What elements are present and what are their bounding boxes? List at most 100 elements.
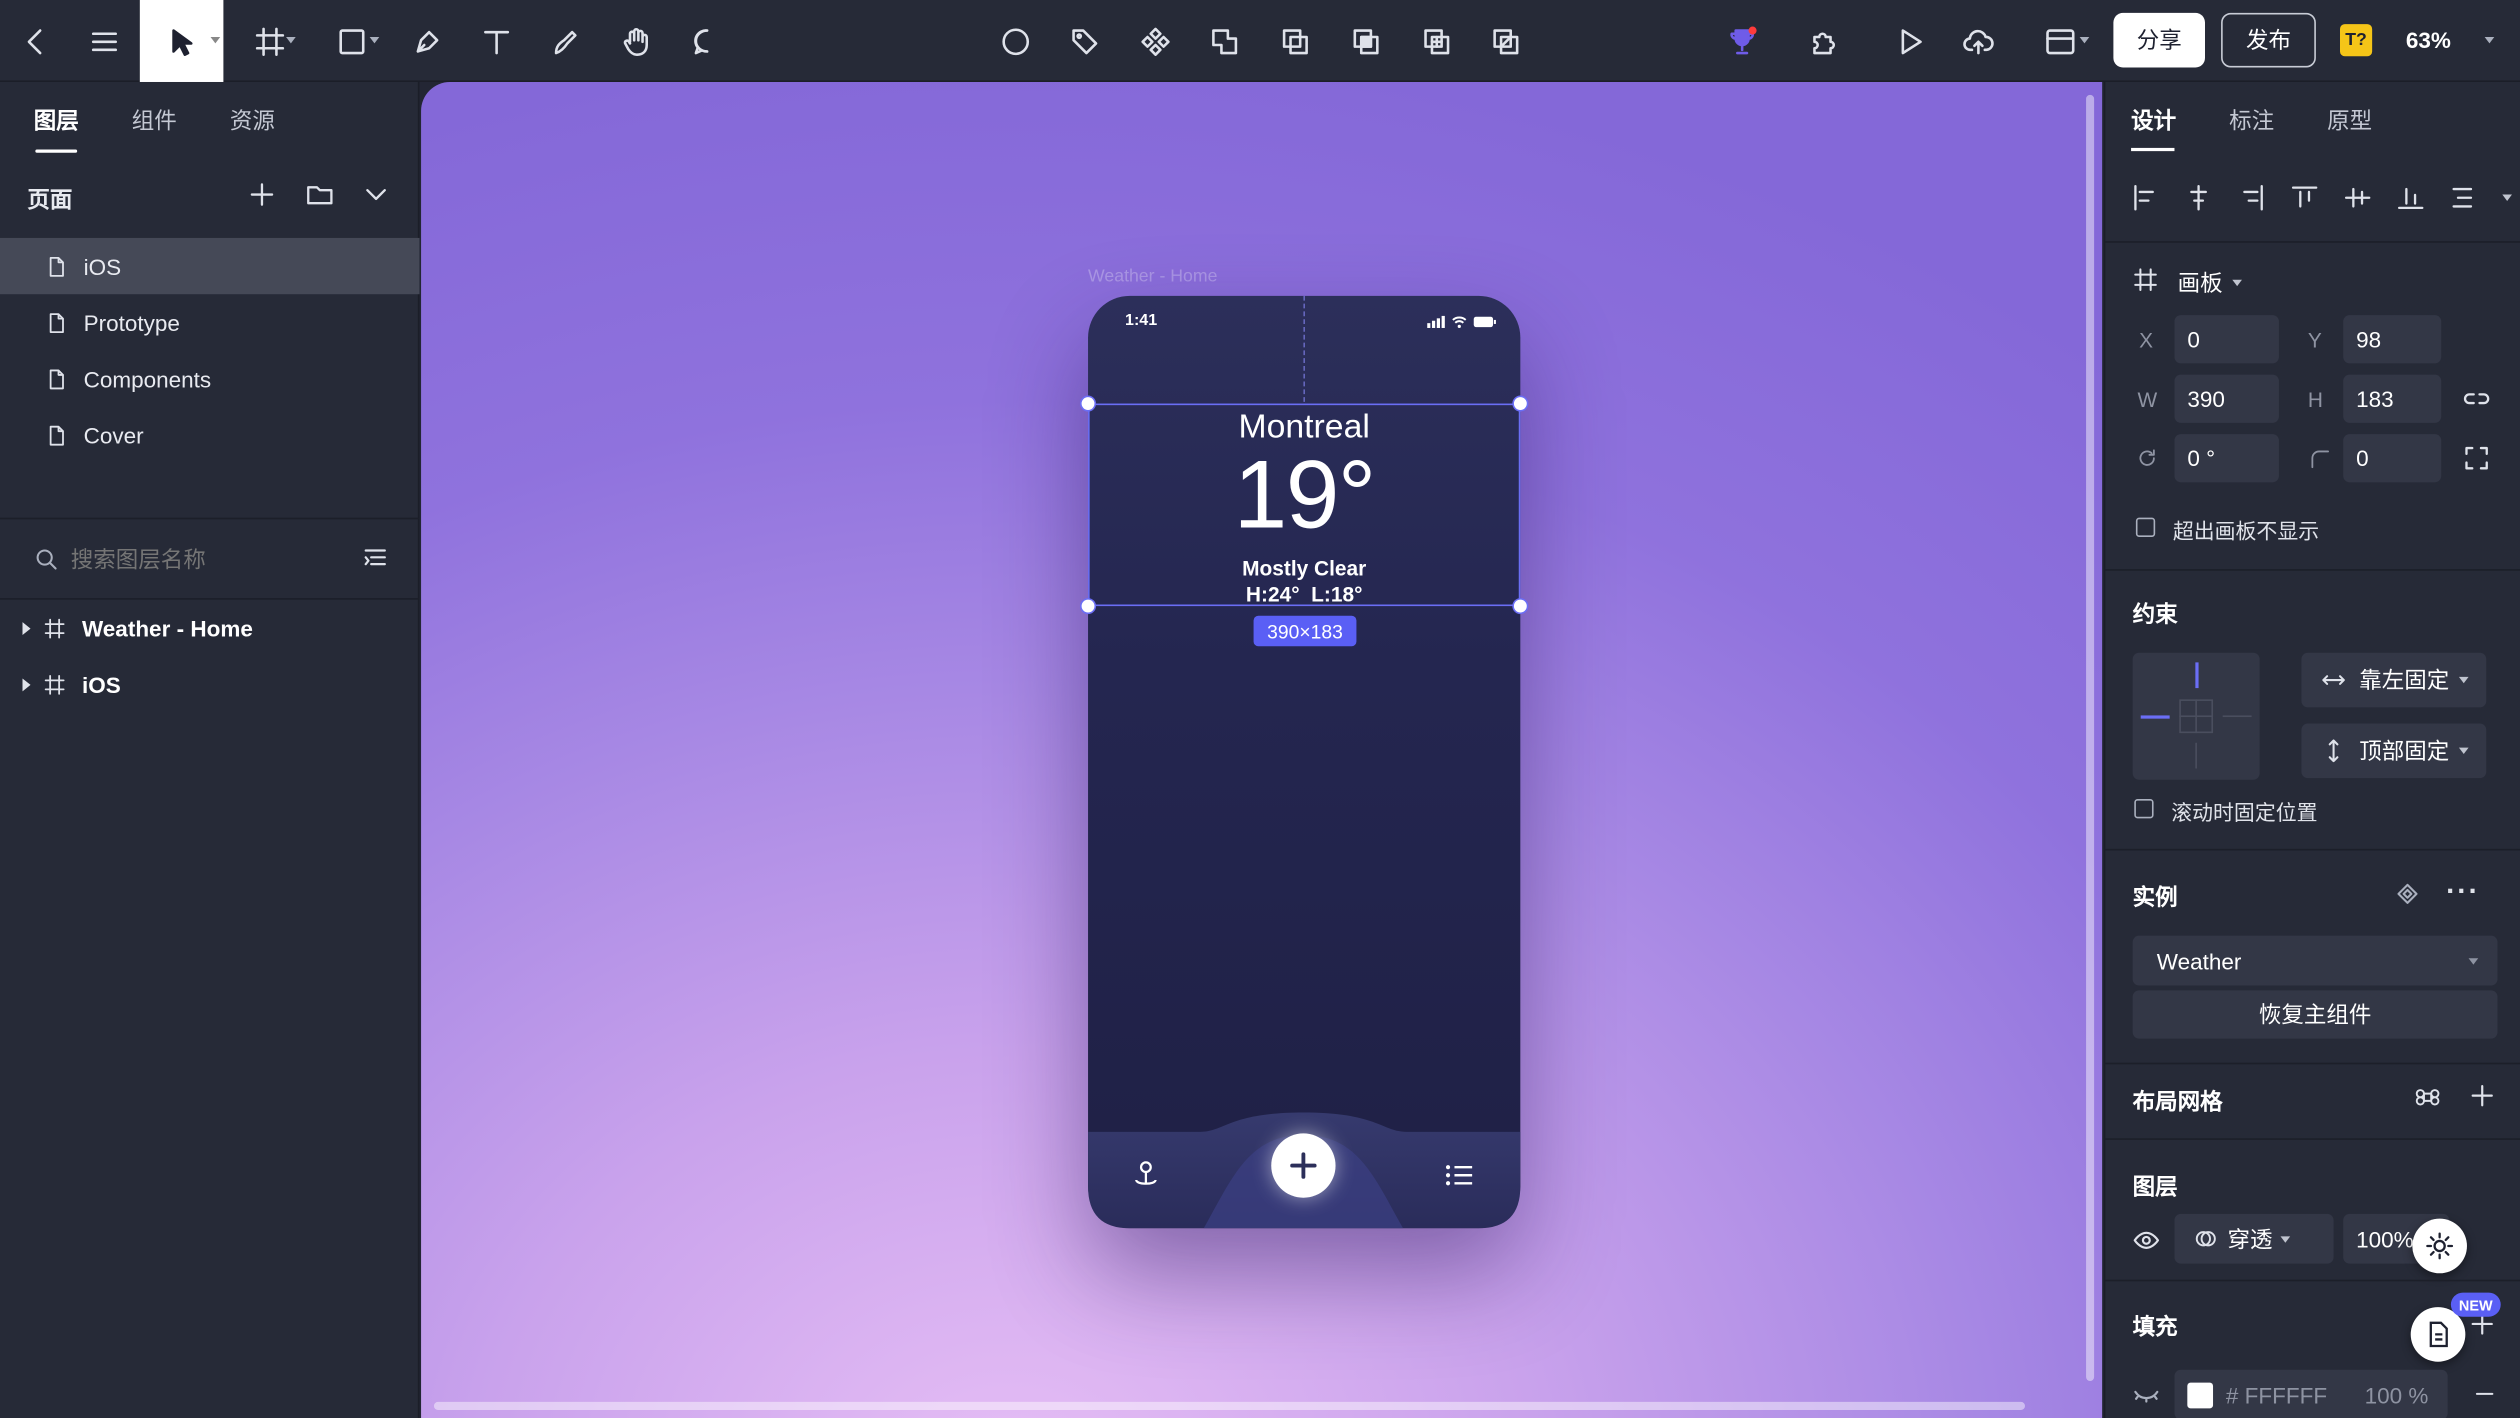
tab-components[interactable]: 组件 [132, 105, 177, 137]
component-diamond-icon[interactable] [2395, 881, 2421, 907]
upload-button[interactable] [1954, 0, 2002, 82]
hand-tool-button[interactable] [612, 0, 660, 82]
expand-arrow-icon[interactable] [22, 621, 31, 635]
select-tool-button[interactable] [139, 0, 224, 82]
selection-box[interactable] [1088, 403, 1521, 607]
constraint-bottom-line[interactable] [2195, 742, 2197, 769]
independent-corners-icon[interactable] [2462, 444, 2491, 473]
component-tag-button[interactable] [1061, 0, 1109, 82]
align-right-icon[interactable] [2237, 183, 2266, 212]
page-item-cover[interactable]: Cover [0, 407, 419, 463]
frame-label[interactable]: Weather - Home [1088, 267, 1217, 286]
y-input[interactable]: 98 [2343, 315, 2442, 364]
resize-handle-bottom-left[interactable] [1080, 598, 1097, 615]
comment-tool-button[interactable] [683, 0, 731, 82]
instance-swap-dropdown[interactable]: Weather [2132, 935, 2498, 986]
align-left-icon[interactable] [2131, 183, 2160, 212]
design-canvas[interactable]: Weather - Home 1:41 Montreal 19° Mostly … [421, 81, 2103, 1418]
page-item-ios[interactable]: iOS [0, 237, 420, 295]
horizontal-scrollbar[interactable] [433, 1401, 2026, 1410]
clip-content-checkbox[interactable] [2135, 517, 2156, 537]
fill-hex-value[interactable]: # FFFFFF [2226, 1382, 2327, 1408]
corner-radius-input[interactable]: 0 [2343, 434, 2442, 483]
create-component-button[interactable] [1131, 0, 1179, 82]
resize-handle-top-right[interactable] [1512, 395, 1529, 412]
align-top-icon[interactable] [2290, 183, 2319, 212]
restore-main-component-button[interactable]: 恢复主组件 [2132, 990, 2498, 1039]
location-list-button[interactable] [1445, 1162, 1474, 1188]
constraint-right-line[interactable] [2222, 715, 2252, 718]
constraint-widget[interactable] [2132, 652, 2260, 780]
frame-type-dropdown[interactable]: 画板 [2178, 267, 2242, 299]
plugins-button[interactable] [1800, 0, 1848, 82]
pencil-tool-button[interactable] [543, 0, 588, 82]
collapse-pages-button[interactable] [362, 180, 391, 209]
tab-assets[interactable]: 资源 [230, 105, 275, 137]
publish-button[interactable]: 发布 [2221, 12, 2316, 68]
x-input[interactable]: 0 [2174, 315, 2279, 364]
eye-closed-icon[interactable] [2133, 1381, 2160, 1408]
eye-icon[interactable] [2133, 1227, 2160, 1254]
height-input[interactable]: 183 [2343, 374, 2442, 423]
ellipse-mask-button[interactable] [992, 0, 1040, 82]
blend-mode-dropdown[interactable]: 穿透 [2174, 1213, 2334, 1264]
constraint-left-line[interactable] [2140, 715, 2170, 719]
tab-prototype[interactable]: 原型 [2327, 105, 2372, 137]
vertical-scrollbar[interactable] [2086, 94, 2095, 1382]
theme-toggle-button[interactable] [2412, 1218, 2467, 1274]
add-grid-icon[interactable] [2469, 1082, 2496, 1109]
grid-presets-icon[interactable] [2415, 1085, 2440, 1109]
fill-opacity-value[interactable]: 100 % [2365, 1382, 2429, 1408]
text-tool-button[interactable] [474, 0, 519, 82]
tab-inspect[interactable]: 标注 [2229, 105, 2274, 137]
resize-handle-bottom-right[interactable] [1512, 598, 1529, 615]
plugin-badge[interactable]: T? [2340, 24, 2373, 57]
trophy-button[interactable] [1716, 0, 1767, 82]
rotation-input[interactable]: 0 ° [2174, 434, 2279, 483]
align-center-v-icon[interactable] [2343, 183, 2372, 212]
layout-view-button[interactable] [2028, 0, 2092, 82]
resize-handle-top-left[interactable] [1080, 395, 1097, 412]
layer-filter-button[interactable] [362, 545, 389, 572]
add-folder-button[interactable] [305, 180, 334, 209]
zoom-dropdown-icon[interactable] [2484, 36, 2495, 44]
layer-row-weather-home[interactable]: Weather - Home [0, 600, 419, 656]
frame-tool-button[interactable] [241, 0, 299, 82]
remove-fill-icon[interactable] [2472, 1381, 2498, 1407]
fill-swatch[interactable] [2187, 1381, 2214, 1408]
add-page-button[interactable] [248, 180, 277, 209]
fill-color-field[interactable]: # FFFFFF 100 % [2174, 1369, 2448, 1418]
more-options-icon[interactable]: ··· [2446, 875, 2480, 909]
play-prototype-button[interactable] [1885, 0, 1933, 82]
boolean-union-button[interactable] [1201, 0, 1249, 82]
align-bottom-icon[interactable] [2396, 183, 2425, 212]
page-item-components[interactable]: Components [0, 350, 419, 406]
shape-tool-button[interactable] [321, 0, 382, 82]
fix-on-scroll-checkbox[interactable] [2134, 799, 2154, 819]
boolean-exclude-button[interactable] [1413, 0, 1461, 82]
align-center-h-icon[interactable] [2184, 183, 2213, 212]
boolean-subtract-button[interactable] [1271, 0, 1319, 82]
layer-search-input[interactable] [70, 540, 344, 579]
distribute-icon[interactable] [2449, 183, 2478, 212]
add-location-button[interactable] [1271, 1133, 1336, 1198]
back-button[interactable] [13, 0, 58, 82]
page-item-prototype[interactable]: Prototype [0, 294, 419, 350]
flatten-button[interactable] [1482, 0, 1530, 82]
width-input[interactable]: 390 [2174, 374, 2279, 423]
distribute-dropdown-icon[interactable] [2502, 194, 2512, 201]
boolean-intersect-button[interactable] [1342, 0, 1390, 82]
share-button[interactable]: 分享 [2113, 12, 2206, 68]
tab-design[interactable]: 设计 [2131, 105, 2176, 137]
zoom-level[interactable]: 63% [2406, 27, 2451, 53]
constraint-center-h[interactable] [2179, 715, 2214, 718]
layer-row-ios[interactable]: iOS [0, 656, 419, 712]
pen-tool-button[interactable] [405, 0, 450, 82]
constrain-proportions-icon[interactable] [2462, 384, 2491, 413]
map-pin-button[interactable] [1131, 1159, 1160, 1191]
expand-arrow-icon[interactable] [22, 677, 31, 691]
tab-layers[interactable]: 图层 [34, 105, 79, 137]
constraint-top-line[interactable] [2195, 662, 2199, 689]
vertical-constraint-dropdown[interactable]: 顶部固定 [2301, 723, 2487, 779]
main-menu-button[interactable] [80, 0, 128, 82]
